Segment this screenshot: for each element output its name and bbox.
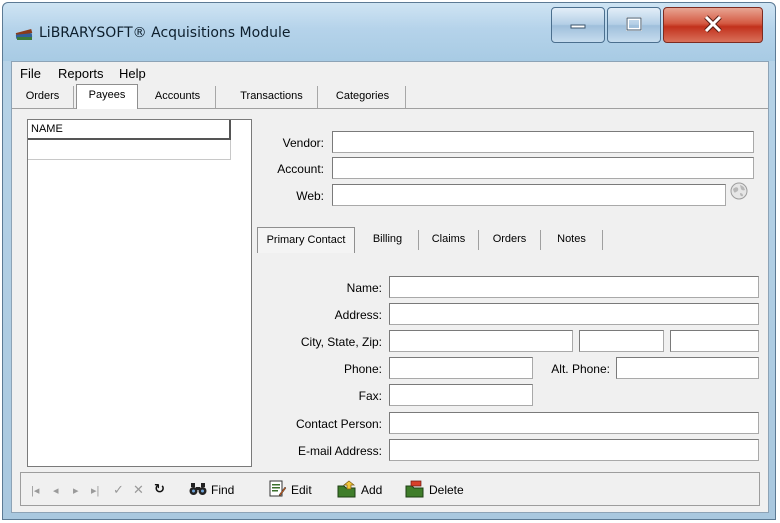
cancel-x-icon[interactable]: ✕ [133, 482, 144, 498]
close-icon [703, 14, 723, 36]
web-field[interactable] [332, 184, 726, 206]
maximize-icon [626, 16, 642, 34]
address-field[interactable] [389, 303, 759, 325]
fax-field[interactable] [389, 384, 533, 406]
prev-record-icon[interactable]: ◂ [53, 484, 59, 497]
payee-list[interactable]: NAME [27, 119, 252, 467]
alt-phone-field[interactable] [616, 357, 759, 379]
contact-person-field[interactable] [389, 412, 759, 434]
tab-payees[interactable]: Payees [76, 84, 138, 109]
refresh-icon[interactable]: ↻ [154, 481, 165, 497]
payees-panel: NAME Vendor: Account: Web: Primary Conta… [12, 108, 768, 468]
menu-help[interactable]: Help [119, 66, 146, 81]
add-folder-icon [337, 480, 361, 501]
delete-folder-icon [405, 480, 429, 501]
add-button[interactable]: Add [337, 480, 382, 500]
title-bar[interactable]: LiBRARYSOFT® Acquisitions Module [3, 3, 775, 61]
first-record-icon[interactable]: |◂ [31, 484, 39, 497]
post-check-icon[interactable]: ✓ [113, 482, 124, 498]
account-label: Account: [277, 162, 324, 176]
edit-label: Edit [291, 483, 312, 497]
email-label: E-mail Address: [297, 444, 382, 458]
state-field[interactable] [579, 330, 664, 352]
main-tabs: Orders Payees Accounts Transactions Cate… [12, 84, 768, 109]
fax-label: Fax: [358, 389, 382, 403]
account-field[interactable] [332, 157, 754, 179]
client-area: File Reports Help Orders Payees Accounts… [11, 61, 769, 513]
edit-button[interactable]: Edit [267, 480, 312, 500]
vendor-field[interactable] [332, 131, 754, 153]
window-title: LiBRARYSOFT® Acquisitions Module [39, 25, 291, 41]
alt-phone-label: Alt. Phone: [551, 362, 610, 376]
tab-accounts[interactable]: Accounts [140, 86, 216, 108]
maximize-button[interactable] [607, 7, 661, 43]
menu-file[interactable]: File [20, 66, 41, 81]
tab-categories[interactable]: Categories [320, 86, 406, 108]
close-button[interactable] [663, 7, 763, 43]
vendor-label: Vendor: [282, 136, 324, 150]
tab-orders[interactable]: Orders [12, 86, 74, 108]
menu-reports[interactable]: Reports [58, 66, 104, 81]
minimize-icon [570, 18, 586, 32]
city-field[interactable] [389, 330, 573, 352]
edit-document-icon [267, 479, 291, 502]
phone-label: Phone: [343, 362, 382, 376]
last-record-icon[interactable]: ▸| [91, 484, 99, 497]
tab-billing[interactable]: Billing [357, 230, 419, 250]
name-label: Name: [346, 281, 382, 295]
tab-primary-contact[interactable]: Primary Contact [257, 227, 355, 253]
binoculars-icon [189, 482, 211, 499]
minimize-button[interactable] [551, 7, 605, 43]
city-state-zip-label: City, State, Zip: [300, 335, 382, 349]
delete-button[interactable]: Delete [405, 480, 464, 500]
table-row[interactable] [28, 140, 231, 160]
add-label: Add [361, 483, 383, 497]
next-record-icon[interactable]: ▸ [73, 484, 79, 497]
tab-notes[interactable]: Notes [541, 230, 603, 250]
name-column-header[interactable]: NAME [28, 120, 231, 140]
tab-claims[interactable]: Claims [419, 230, 479, 250]
name-field[interactable] [389, 276, 759, 298]
find-button[interactable]: Find [189, 480, 234, 500]
web-label: Web: [296, 189, 324, 203]
phone-field[interactable] [389, 357, 533, 379]
contact-tabs: Primary Contact Billing Claims Orders No… [257, 227, 603, 253]
record-toolbar: |◂ ◂ ▸ ▸| ✓ ✕ ↻ Find Edit Add Delete [20, 472, 760, 506]
tab-orders-sub[interactable]: Orders [479, 230, 541, 250]
find-label: Find [211, 483, 235, 497]
address-label: Address: [334, 308, 382, 322]
contact-person-label: Contact Person: [295, 417, 382, 431]
email-field[interactable] [389, 439, 759, 461]
app-window: LiBRARYSOFT® Acquisitions Module File Re… [2, 2, 776, 520]
books-icon [15, 25, 33, 41]
zip-field[interactable] [670, 330, 759, 352]
tab-transactions[interactable]: Transactions [226, 86, 318, 108]
delete-label: Delete [429, 483, 464, 497]
menu-bar: File Reports Help [12, 62, 768, 84]
globe-icon[interactable] [729, 181, 749, 201]
